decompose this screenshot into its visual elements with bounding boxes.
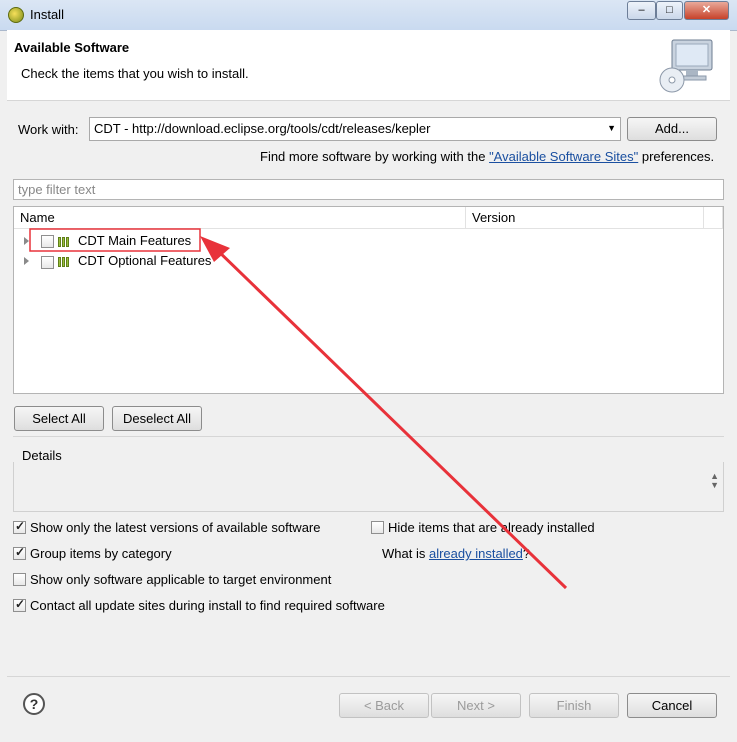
find-more-prefix: Find more software by working with the	[260, 149, 486, 164]
work-with-value: CDT - http://download.eclipse.org/tools/…	[94, 121, 431, 136]
work-with-label: Work with:	[18, 122, 79, 137]
hide-installed-label: Hide items that are already installed	[388, 520, 595, 535]
column-header-name[interactable]: Name	[14, 207, 466, 229]
find-more-suffix: preferences.	[641, 149, 715, 164]
deselect-all-button[interactable]: Deselect All	[112, 406, 202, 431]
monitor-cd-icon	[659, 39, 713, 93]
table-row[interactable]: CDT Main Features	[14, 231, 723, 251]
already-installed-link[interactable]: already installed	[429, 546, 523, 561]
work-with-combo[interactable]: CDT - http://download.eclipse.org/tools/…	[89, 117, 621, 141]
row-label: CDT Main Features	[78, 233, 192, 248]
cancel-button[interactable]: Cancel	[627, 693, 717, 718]
latest-versions-label: Show only the latest versions of availab…	[30, 520, 321, 535]
expand-arrow-icon[interactable]	[24, 237, 29, 245]
contact-sites-label: Contact all update sites during install …	[30, 598, 385, 613]
next-button[interactable]: Next >	[431, 693, 521, 718]
feature-group-icon	[58, 255, 72, 267]
group-category-checkbox[interactable]	[13, 545, 26, 560]
add-site-button[interactable]: Add...	[627, 117, 717, 141]
back-button[interactable]: < Back	[339, 693, 429, 718]
column-header-version[interactable]: Version	[466, 207, 704, 229]
page-title: Available Software	[14, 40, 130, 55]
what-is-suffix: ?	[522, 546, 531, 561]
contact-sites-checkbox[interactable]	[13, 597, 26, 612]
divider	[13, 436, 724, 437]
find-more-text: Find more software by working with the "…	[260, 149, 714, 164]
column-header-spacer	[704, 207, 723, 229]
group-category-label: Group items by category	[30, 546, 172, 561]
finish-button[interactable]: Finish	[529, 693, 619, 718]
row-checkbox[interactable]	[41, 256, 54, 269]
what-is-prefix: What is	[382, 546, 426, 561]
details-panel: ▲ ▼	[13, 462, 724, 512]
minimize-button[interactable]: ‒	[627, 1, 656, 20]
hide-installed-checkbox[interactable]	[371, 521, 384, 534]
footer-divider	[7, 676, 730, 677]
applicable-target-label: Show only software applicable to target …	[30, 572, 332, 587]
latest-versions-checkbox[interactable]	[13, 519, 26, 534]
filter-input[interactable]: type filter text	[13, 179, 724, 200]
page-subtitle: Check the items that you wish to install…	[21, 66, 249, 81]
row-label: CDT Optional Features	[78, 253, 212, 268]
close-button[interactable]: ✕	[684, 1, 729, 20]
title-bar: Install ‒ □ ✕	[0, 0, 737, 31]
available-software-sites-link[interactable]: "Available Software Sites"	[489, 149, 638, 164]
table-row[interactable]: CDT Optional Features	[14, 251, 723, 271]
help-icon[interactable]: ?	[23, 693, 45, 715]
details-scrollbar[interactable]: ▲ ▼	[710, 472, 719, 490]
wizard-header: Available Software Check the items that …	[7, 30, 730, 101]
row-checkbox[interactable]	[41, 235, 54, 248]
window-title: Install	[30, 7, 64, 22]
software-table: Name Version CDT Main Features CDT Optio…	[13, 206, 724, 394]
eclipse-app-icon	[8, 7, 24, 23]
applicable-target-checkbox[interactable]	[13, 573, 26, 586]
expand-arrow-icon[interactable]	[24, 257, 29, 265]
what-is-installed-text: What is already installed?	[382, 546, 530, 561]
maximize-button[interactable]: □	[656, 1, 683, 20]
details-label: Details	[22, 448, 62, 463]
feature-group-icon	[58, 235, 72, 247]
chevron-down-icon[interactable]: ▼	[607, 123, 616, 133]
select-all-button[interactable]: Select All	[14, 406, 104, 431]
